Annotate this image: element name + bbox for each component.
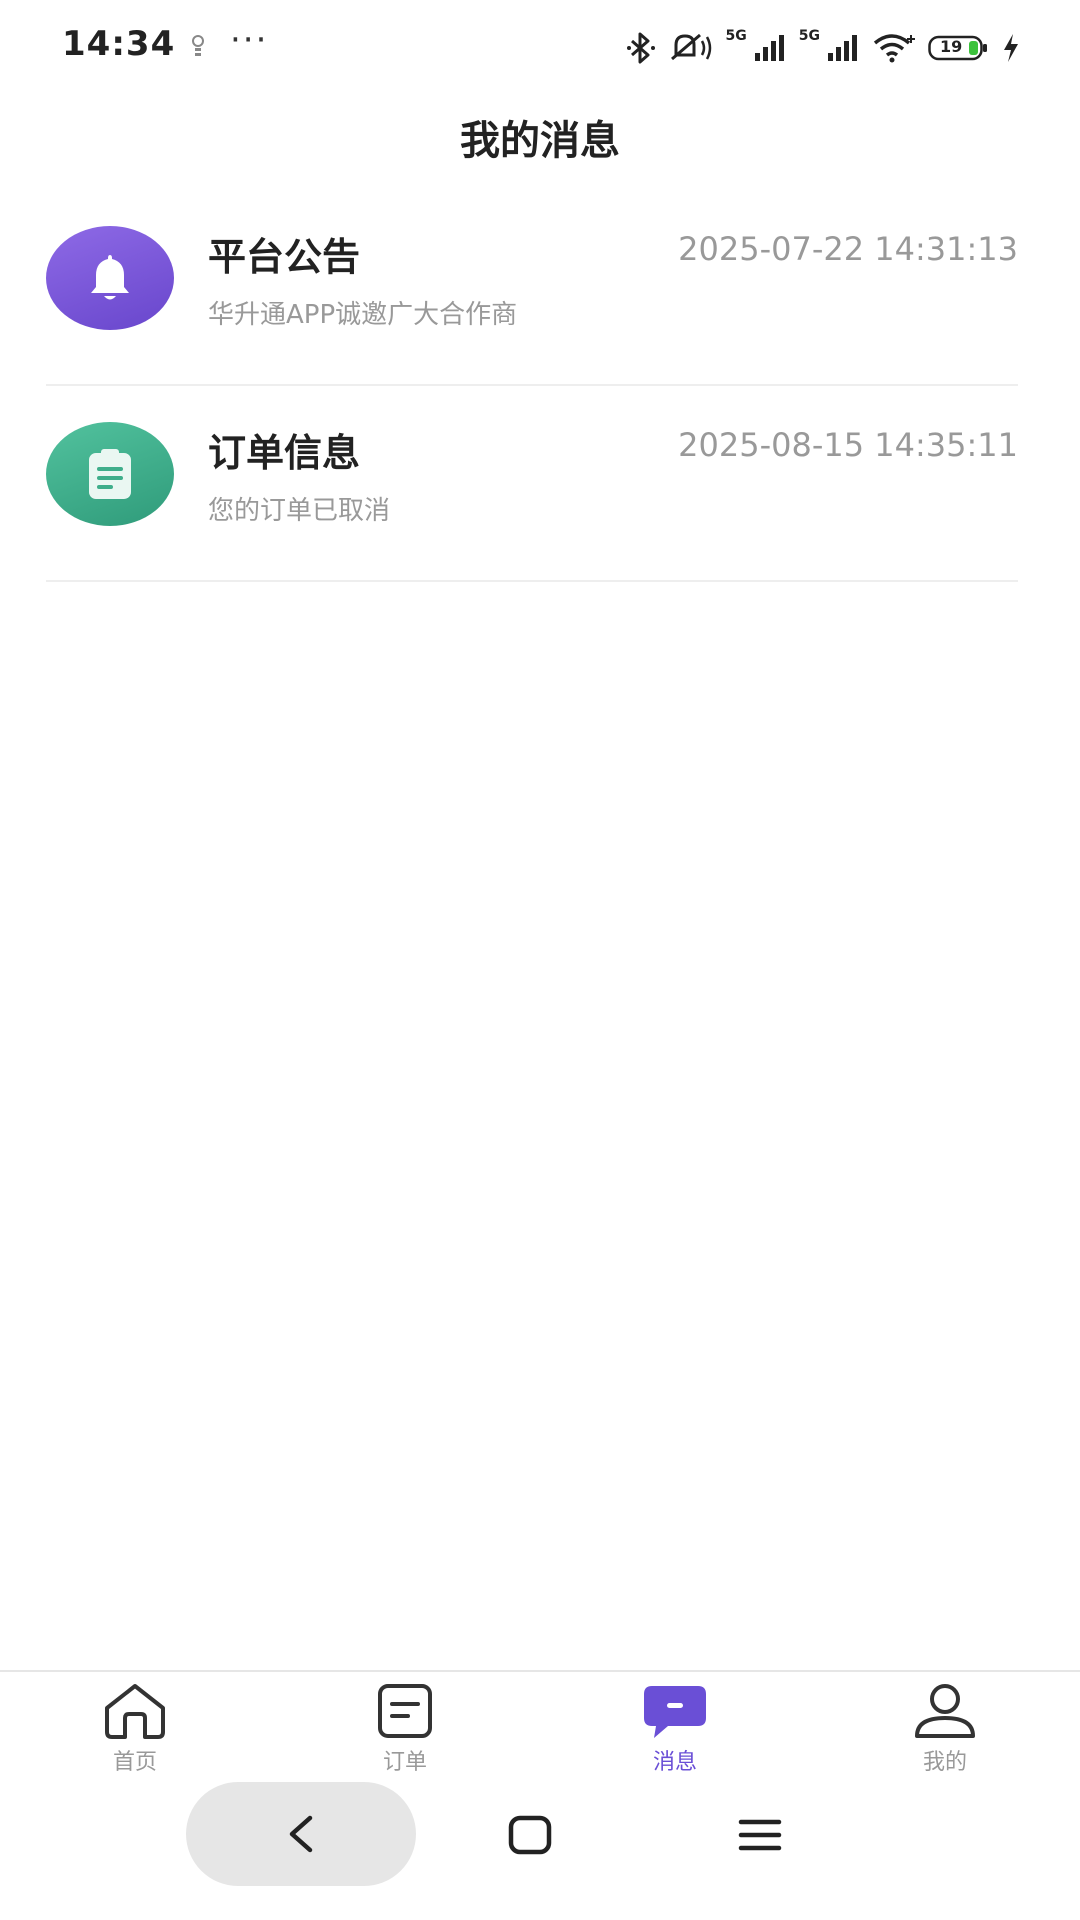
tab-profile[interactable]: 我的: [810, 1672, 1080, 1780]
tab-orders[interactable]: 订单: [270, 1672, 540, 1780]
system-nav-bar: [0, 1782, 1080, 1920]
bulb-icon: [192, 35, 204, 56]
signal-icon: [828, 35, 857, 61]
nav-home-button[interactable]: [505, 1810, 555, 1860]
clipboard-icon: [89, 449, 131, 499]
message-item-announcement[interactable]: 平台公告 2025-07-22 14:31:13 华升通APP诚邀广大合作商: [46, 190, 1018, 386]
tab-home[interactable]: 首页: [0, 1672, 270, 1780]
message-title: 平台公告: [208, 235, 361, 279]
nav-menu-button[interactable]: [732, 1810, 788, 1860]
signal-icon: [754, 35, 784, 61]
mute-icon: [670, 33, 711, 61]
tab-messages[interactable]: 消息: [540, 1672, 810, 1780]
tab-label: 我的: [922, 1750, 967, 1775]
message-time: 2025-07-22 14:31:13: [678, 230, 1018, 268]
bottom-tab-bar: 首页 订单 消息 我的: [0, 1670, 1080, 1780]
bluetooth-icon: [626, 32, 655, 64]
status-time: 14:34: [62, 24, 176, 64]
profile-icon: [915, 1684, 975, 1738]
order-avatar: [46, 422, 174, 526]
status-icons: 5G 5G 19: [626, 28, 1020, 68]
charging-icon: [1004, 34, 1018, 62]
announcement-avatar: [46, 226, 174, 330]
message-list: 平台公告 2025-07-22 14:31:13 华升通APP诚邀广大合作商 订…: [46, 190, 1018, 582]
signal2-label: 5G: [798, 28, 820, 44]
message-subtitle: 华升通APP诚邀广大合作商: [208, 300, 518, 330]
tab-label: 首页: [112, 1750, 157, 1775]
message-subtitle: 您的订单已取消: [208, 496, 391, 526]
message-time: 2025-08-15 14:35:11: [678, 426, 1018, 464]
back-icon: [289, 1815, 313, 1853]
page-title: 我的消息: [460, 118, 620, 164]
nav-back-button[interactable]: [186, 1782, 416, 1886]
more-dots: ···: [230, 20, 269, 60]
tab-label: 消息: [652, 1750, 697, 1775]
message-title: 订单信息: [208, 431, 361, 475]
wifi-icon: [873, 34, 915, 63]
status-bar: 14:34 ··· 5G 5G 19: [0, 0, 1080, 96]
tab-label: 订单: [382, 1750, 427, 1775]
bell-icon: [91, 255, 129, 300]
battery-icon: 19: [928, 35, 990, 61]
menu-icon: [738, 1819, 782, 1851]
message-item-order[interactable]: 订单信息 2025-08-15 14:35:11 您的订单已取消: [46, 386, 1018, 582]
signal1-label: 5G: [725, 28, 747, 44]
message-icon: [644, 1686, 706, 1738]
battery-level: 19: [940, 37, 963, 56]
home-icon: [105, 1684, 165, 1739]
home-square-icon: [508, 1815, 552, 1855]
order-icon: [378, 1684, 432, 1738]
